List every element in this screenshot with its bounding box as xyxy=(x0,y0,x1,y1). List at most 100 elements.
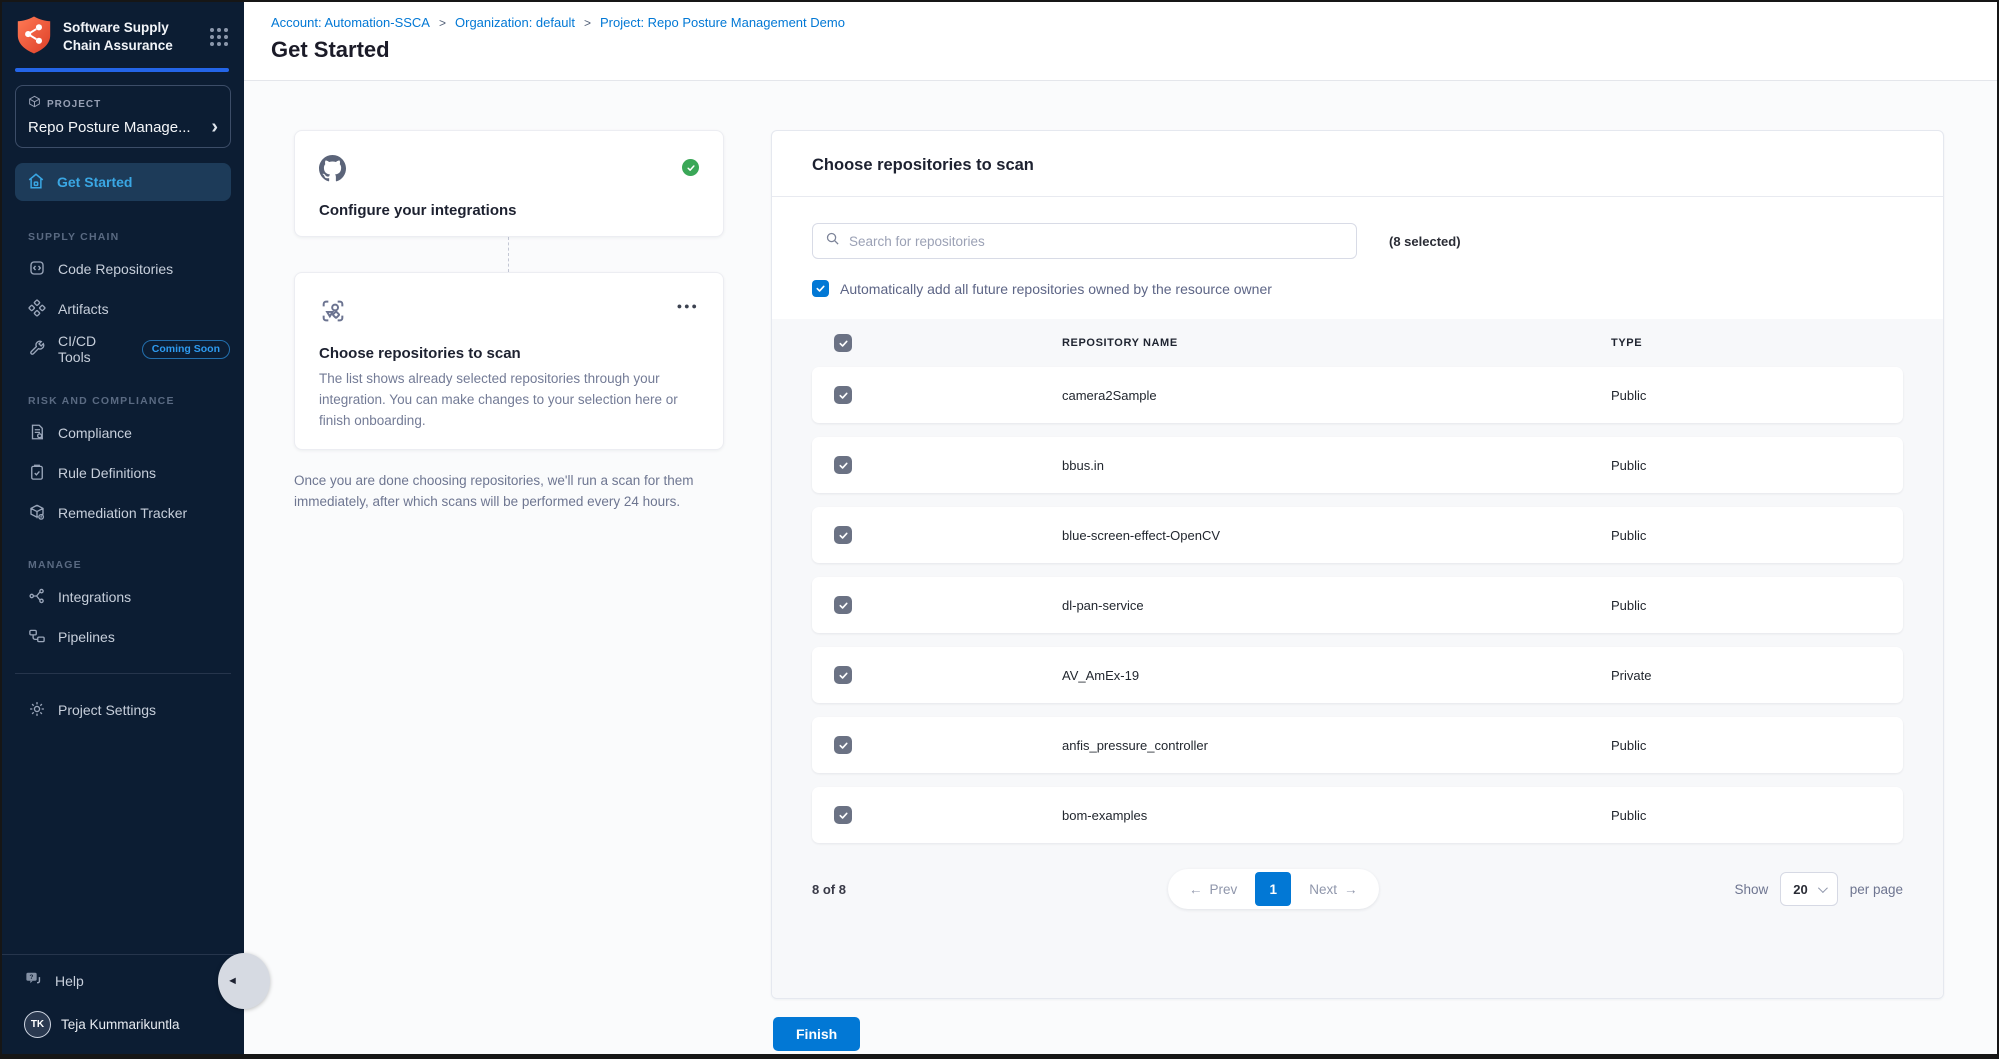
auto-add-toggle[interactable]: Automatically add all future repositorie… xyxy=(812,280,1903,297)
wrench-icon xyxy=(28,339,46,360)
page-size-control: Show 20 per page xyxy=(1734,872,1903,906)
table-body: camera2Sample Public bbus.in Public blue… xyxy=(812,367,1903,857)
project-name: Repo Posture Manage... xyxy=(28,119,191,136)
step-options-ellipsis-icon[interactable]: ●●● xyxy=(677,301,699,311)
sidebar-item-rule-definitions[interactable]: Rule Definitions xyxy=(2,453,244,493)
row-checkbox[interactable] xyxy=(834,806,852,824)
table-row[interactable]: camera2Sample Public xyxy=(812,367,1903,423)
row-checkbox[interactable] xyxy=(834,456,852,474)
module-grid-icon[interactable] xyxy=(210,28,228,46)
code-repository-icon xyxy=(28,259,46,280)
table-row[interactable]: AV_AmEx-19 Private xyxy=(812,647,1903,703)
sidebar-item-artifacts[interactable]: Artifacts xyxy=(2,289,244,329)
repo-name: camera2Sample xyxy=(1062,388,1611,403)
sidebar-item-project-settings[interactable]: Project Settings xyxy=(2,690,244,730)
sidebar-item-pipelines[interactable]: Pipelines xyxy=(2,617,244,657)
sidebar-item-label: Code Repositories xyxy=(58,261,173,277)
repo-type: Public xyxy=(1611,738,1903,753)
breadcrumb-account[interactable]: Account: Automation-SSCA xyxy=(271,15,430,30)
cube-icon xyxy=(28,95,41,113)
auto-add-label: Automatically add all future repositorie… xyxy=(840,281,1272,297)
search-icon xyxy=(825,231,840,251)
repo-name: anfis_pressure_controller xyxy=(1062,738,1611,753)
project-selector[interactable]: PROJECT Repo Posture Manage... › xyxy=(15,85,231,148)
row-checkbox[interactable] xyxy=(834,596,852,614)
table-header: REPOSITORY NAME TYPE xyxy=(812,319,1903,367)
left-arrow-icon: ← xyxy=(1189,882,1203,897)
step-card-integrations[interactable]: Configure your integrations xyxy=(294,130,724,237)
page-number-button[interactable]: 1 xyxy=(1255,872,1291,906)
sidebar-item-help[interactable]: ? Help xyxy=(2,961,244,1001)
sidebar-item-get-started[interactable]: Get Started xyxy=(15,163,231,201)
repo-name: AV_AmEx-19 xyxy=(1062,668,1611,683)
project-label: PROJECT xyxy=(47,99,101,110)
sidebar-item-label: Remediation Tracker xyxy=(58,505,187,521)
sidebar-header: Software Supply Chain Assurance xyxy=(2,2,244,72)
table-row[interactable]: dl-pan-service Public xyxy=(812,577,1903,633)
step-complete-check-icon xyxy=(682,159,699,176)
table-row[interactable]: bbus.in Public xyxy=(812,437,1903,493)
table-row[interactable]: blue-screen-effect-OpenCV Public xyxy=(812,507,1903,563)
sidebar-item-compliance[interactable]: Compliance xyxy=(2,413,244,453)
finish-row: Finish xyxy=(773,1017,1997,1051)
sidebar-item-label: Pipelines xyxy=(58,629,115,645)
sidebar: Software Supply Chain Assurance PROJECT … xyxy=(2,2,244,1054)
column-header-type: TYPE xyxy=(1611,337,1903,349)
user-menu[interactable]: TK Teja Kummarikuntla xyxy=(2,1001,244,1038)
svg-text:?: ? xyxy=(30,974,34,981)
sidebar-footer: ? Help TK Teja Kummarikuntla xyxy=(2,954,244,1054)
select-all-checkbox[interactable] xyxy=(834,334,852,352)
repo-type: Public xyxy=(1611,598,1903,613)
github-icon xyxy=(319,169,346,186)
table-row[interactable]: anfis_pressure_controller Public xyxy=(812,717,1903,773)
step-description: The list shows already selected reposito… xyxy=(319,369,699,432)
finish-button[interactable]: Finish xyxy=(773,1017,860,1051)
sidebar-item-label: Artifacts xyxy=(58,301,109,317)
prev-page-button[interactable]: ← Prev xyxy=(1171,882,1255,897)
integrations-icon xyxy=(28,587,46,608)
chevron-right-icon[interactable]: › xyxy=(211,117,218,137)
main-area: Account: Automation-SSCA > Organization:… xyxy=(244,2,1997,1054)
repo-name: bom-examples xyxy=(1062,808,1611,823)
repository-search[interactable] xyxy=(812,223,1357,259)
repo-shapes-icon xyxy=(319,312,347,329)
repo-type: Public xyxy=(1611,528,1903,543)
breadcrumb-organization[interactable]: Organization: default xyxy=(455,15,575,30)
auto-add-checkbox[interactable] xyxy=(812,280,829,297)
show-label: Show xyxy=(1734,882,1768,897)
ssca-shield-logo xyxy=(16,15,52,60)
row-checkbox[interactable] xyxy=(834,666,852,684)
row-count: 8 of 8 xyxy=(812,882,846,897)
table-footer: 8 of 8 ← Prev 1 Next → xyxy=(812,857,1903,921)
search-input[interactable] xyxy=(849,234,1344,249)
sidebar-item-remediation-tracker[interactable]: Remediation Tracker xyxy=(2,493,244,533)
sidebar-item-integrations[interactable]: Integrations xyxy=(2,577,244,617)
sidebar-item-cicd-tools[interactable]: CI/CD Tools Coming Soon xyxy=(2,329,244,369)
section-label-risk-compliance: RISK AND COMPLIANCE xyxy=(28,395,244,407)
next-page-button[interactable]: Next → xyxy=(1291,882,1375,897)
step-card-choose-repos[interactable]: ●●● Choose repositories to scan The list… xyxy=(294,272,724,450)
clipboard-check-icon xyxy=(28,463,46,484)
repo-type: Public xyxy=(1611,808,1903,823)
sidebar-item-label: Rule Definitions xyxy=(58,465,156,481)
collapse-arrow-icon: ◄ xyxy=(227,975,238,987)
row-checkbox[interactable] xyxy=(834,736,852,754)
page-size-select[interactable]: 20 xyxy=(1780,872,1837,906)
user-avatar: TK xyxy=(24,1011,51,1038)
breadcrumb-project[interactable]: Project: Repo Posture Management Demo xyxy=(600,15,845,30)
repo-type: Private xyxy=(1611,668,1903,683)
row-checkbox[interactable] xyxy=(834,526,852,544)
sidebar-item-label: Project Settings xyxy=(58,702,156,718)
sidebar-item-code-repositories[interactable]: Code Repositories xyxy=(2,249,244,289)
remediation-box-icon xyxy=(28,503,46,524)
sidebar-collapse-handle[interactable]: ◄ xyxy=(218,953,270,1009)
table-row[interactable]: bom-examples Public xyxy=(812,787,1903,843)
onboarding-steps: Configure your integrations ●●● Choose r… xyxy=(294,130,724,999)
row-checkbox[interactable] xyxy=(834,386,852,404)
page-title: Get Started xyxy=(271,37,1997,63)
gear-icon xyxy=(28,700,46,721)
right-arrow-icon: → xyxy=(1344,882,1358,897)
selected-count: (8 selected) xyxy=(1389,234,1461,249)
choose-repositories-panel: Choose repositories to scan (8 selected) xyxy=(771,130,1944,999)
panel-controls: (8 selected) Automatically add all futur… xyxy=(772,197,1943,319)
